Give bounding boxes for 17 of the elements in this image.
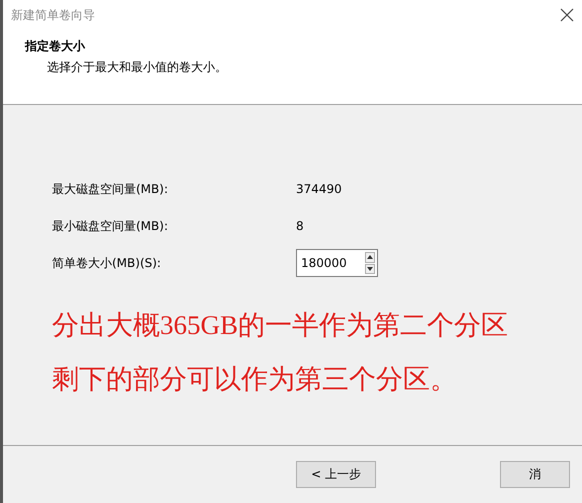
field-value: 8	[296, 219, 305, 233]
page-subtitle: 选择介于最大和最小值的卷大小。	[47, 59, 228, 76]
up-arrow-icon[interactable]	[367, 255, 373, 260]
down-arrow-icon[interactable]	[367, 266, 373, 271]
close-icon[interactable]	[560, 8, 574, 22]
size-spinbox[interactable]: 180000	[296, 249, 378, 277]
field-label: 最小磁盘空间量(MB):	[52, 218, 169, 234]
cancel-button[interactable]: 消	[500, 461, 570, 488]
size-input[interactable]: 180000	[297, 250, 365, 276]
field-label: 简单卷大小(MB)(S):	[52, 254, 162, 272]
field-label: 最大磁盘空间量(MB):	[52, 180, 169, 198]
window-title: 新建简单卷向导	[11, 6, 95, 24]
field-value: 374490	[296, 182, 343, 196]
back-button[interactable]: < 上一步	[296, 461, 376, 488]
page-heading: 指定卷大小	[25, 38, 86, 55]
annotation-text: 分出大概365GB的一半作为第二个分区	[52, 309, 510, 342]
annotation-text: 剩下的部分可以作为第三个分区。	[52, 363, 458, 396]
